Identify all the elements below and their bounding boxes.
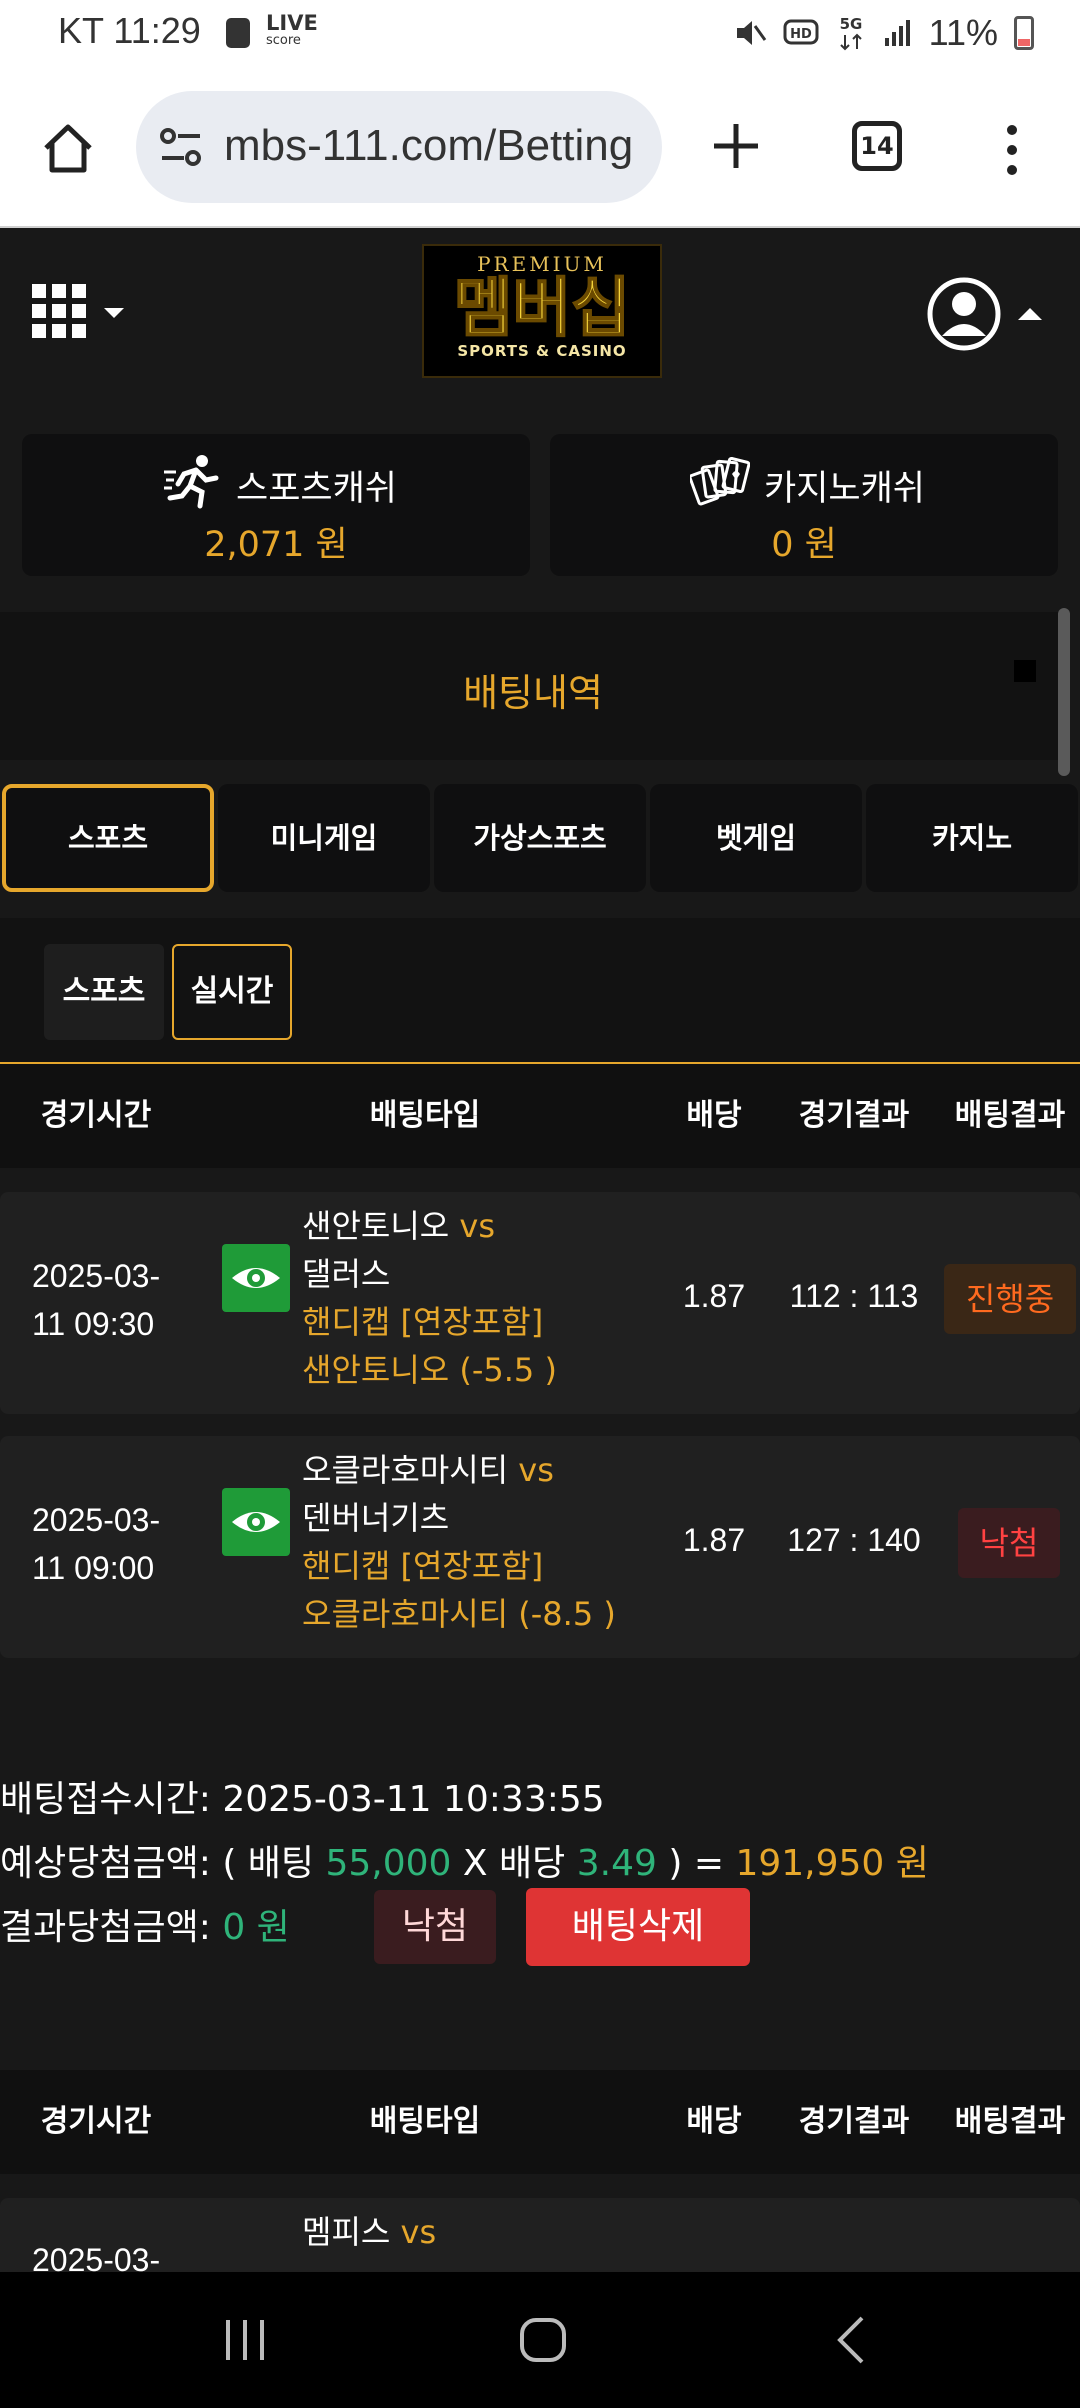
- col-game-result: 경기결과: [798, 1098, 910, 1133]
- svg-text:5G: 5G: [839, 15, 862, 33]
- battery-percent: 11%: [928, 12, 998, 53]
- col-bet-result: 배팅결과: [954, 1098, 1066, 1133]
- subtab-bar: 스포츠 실시간: [0, 918, 1080, 1064]
- bet-score: 127 : 140: [787, 1522, 921, 1558]
- site-logo[interactable]: PREMIUM 멤버십 SPORTS & CASINO: [422, 244, 662, 378]
- signal-icon: [884, 20, 910, 46]
- status-time: KT 11:29: [58, 10, 201, 51]
- header-square-marker: [1014, 660, 1036, 682]
- bet-accepted-time: 배팅접수시간: 2025-03-11 10:33:55: [0, 1779, 605, 1820]
- sports-cash-card: 스포츠캐쉬 2,071 원: [22, 434, 530, 576]
- url-text: mbs-111.com/Betting: [224, 121, 634, 170]
- tab-minigame[interactable]: 미니게임: [218, 784, 430, 892]
- col-game-result: 경기결과: [798, 2104, 910, 2139]
- tab-sports[interactable]: 스포츠: [2, 784, 214, 892]
- mute-icon: [736, 21, 766, 45]
- col-bet-type: 배팅타입: [369, 1098, 481, 1133]
- page-title: 배팅내역: [463, 671, 603, 715]
- bet-matchup: 멤피스 vs: [302, 2213, 437, 2251]
- col-odds: 배당: [686, 2104, 742, 2139]
- casino-cash-card: 카지노캐쉬 0 원: [550, 434, 1058, 576]
- user-profile-icon[interactable]: [924, 274, 1044, 354]
- alert-icon: [226, 18, 250, 48]
- home-icon[interactable]: [38, 118, 98, 178]
- subtab-sports[interactable]: 스포츠: [44, 944, 164, 1040]
- subtab-live[interactable]: 실시간: [172, 944, 292, 1040]
- col-bet-result: 배팅결과: [954, 2104, 1066, 2139]
- svg-text:HD: HD: [790, 27, 812, 42]
- result-winnings: 결과당첨금액: 0 원: [0, 1907, 290, 1948]
- casino-cash-label: 카지노캐쉬: [764, 469, 926, 509]
- tab-switcher-button[interactable]: 14: [852, 121, 902, 171]
- view-eye-icon[interactable]: [222, 1488, 290, 1556]
- table-header: 경기시간 배팅타입 배당 경기결과 배팅결과: [0, 1064, 1080, 1168]
- more-menu-icon[interactable]: [1000, 120, 1024, 180]
- bet-odds: 1.87: [682, 1278, 746, 1314]
- cards-icon: [690, 456, 750, 506]
- betting-history-header: 배팅내역: [0, 612, 1066, 760]
- system-nav-bar: [0, 2272, 1080, 2408]
- table-row: 2025-03- 11 09:00 오클라호마시티 vs 덴버너기츠 핸디캡 [연…: [0, 1436, 1080, 1658]
- home-nav-icon[interactable]: [518, 2316, 568, 2364]
- delete-bet-button[interactable]: 배팅삭제: [526, 1888, 750, 1966]
- address-bar[interactable]: mbs-111.com/Betting: [136, 91, 662, 203]
- network-5g-icon: 5G: [839, 15, 862, 51]
- bet-date: 2025-03- 11 09:00: [32, 1502, 161, 1586]
- sports-cash-label: 스포츠캐쉬: [236, 469, 398, 509]
- view-eye-icon[interactable]: [222, 1244, 290, 1312]
- livescore-icon: LIVE score: [266, 11, 318, 49]
- sports-cash-amount: 2,071 원: [204, 525, 348, 565]
- hd-icon: HD: [783, 19, 819, 45]
- site-header: PREMIUM 멤버십 SPORTS & CASINO: [0, 230, 1080, 395]
- casino-cash-amount: 0 원: [771, 525, 837, 565]
- bet-date: 2025-03- 11 09:30: [32, 1258, 161, 1342]
- lose-status-button[interactable]: 낙첨: [374, 1890, 496, 1964]
- bet-matchup: 오클라호마시티 vs 덴버너기츠 핸디캡 [연장포함] 오클라호마시티 (-8.…: [302, 1451, 616, 1633]
- col-game-time: 경기시간: [40, 2104, 152, 2139]
- table-row: 2025-03- 11 09:30 샌안토니오 vs 댈러스 핸디캡 [연장포함]…: [0, 1192, 1080, 1414]
- expected-winnings: 예상당첨금액: ( 배팅 55,000 X 배당 3.49 ) = 191,95…: [0, 1843, 929, 1884]
- col-game-time: 경기시간: [40, 1098, 152, 1133]
- browser-toolbar: mbs-111.com/Betting 14: [0, 68, 1080, 228]
- bet-score: 112 : 113: [789, 1278, 919, 1314]
- runner-icon: [164, 455, 219, 509]
- site-settings-icon[interactable]: [158, 125, 204, 169]
- scrollbar[interactable]: [1058, 608, 1070, 776]
- tab-casino[interactable]: 카지노: [866, 784, 1078, 892]
- table-row: 2025-03- 멤피스 vs: [0, 2198, 1080, 2278]
- table-header: 경기시간 배팅타입 배당 경기결과 배팅결과: [0, 2070, 1080, 2174]
- col-bet-type: 배팅타입: [369, 2104, 481, 2139]
- status-badge: 낙첨: [958, 1508, 1060, 1578]
- new-tab-icon[interactable]: [706, 116, 766, 176]
- back-icon[interactable]: [826, 2316, 876, 2364]
- grid-menu-icon[interactable]: [32, 284, 132, 344]
- status-badge: 진행중: [944, 1264, 1076, 1334]
- tab-betgame[interactable]: 벳게임: [650, 784, 862, 892]
- bet-odds: 1.87: [682, 1522, 746, 1558]
- recent-apps-icon[interactable]: [220, 2316, 270, 2364]
- col-odds: 배당: [686, 1098, 742, 1133]
- battery-icon: [1014, 16, 1034, 50]
- status-bar: KT 11:29 LIVE score HD 5G 11%: [0, 0, 1080, 68]
- bet-matchup: 샌안토니오 vs 댈러스 핸디캡 [연장포함] 샌안토니오 (-5.5 ): [302, 1207, 557, 1389]
- tab-virtual-sports[interactable]: 가상스포츠: [434, 784, 646, 892]
